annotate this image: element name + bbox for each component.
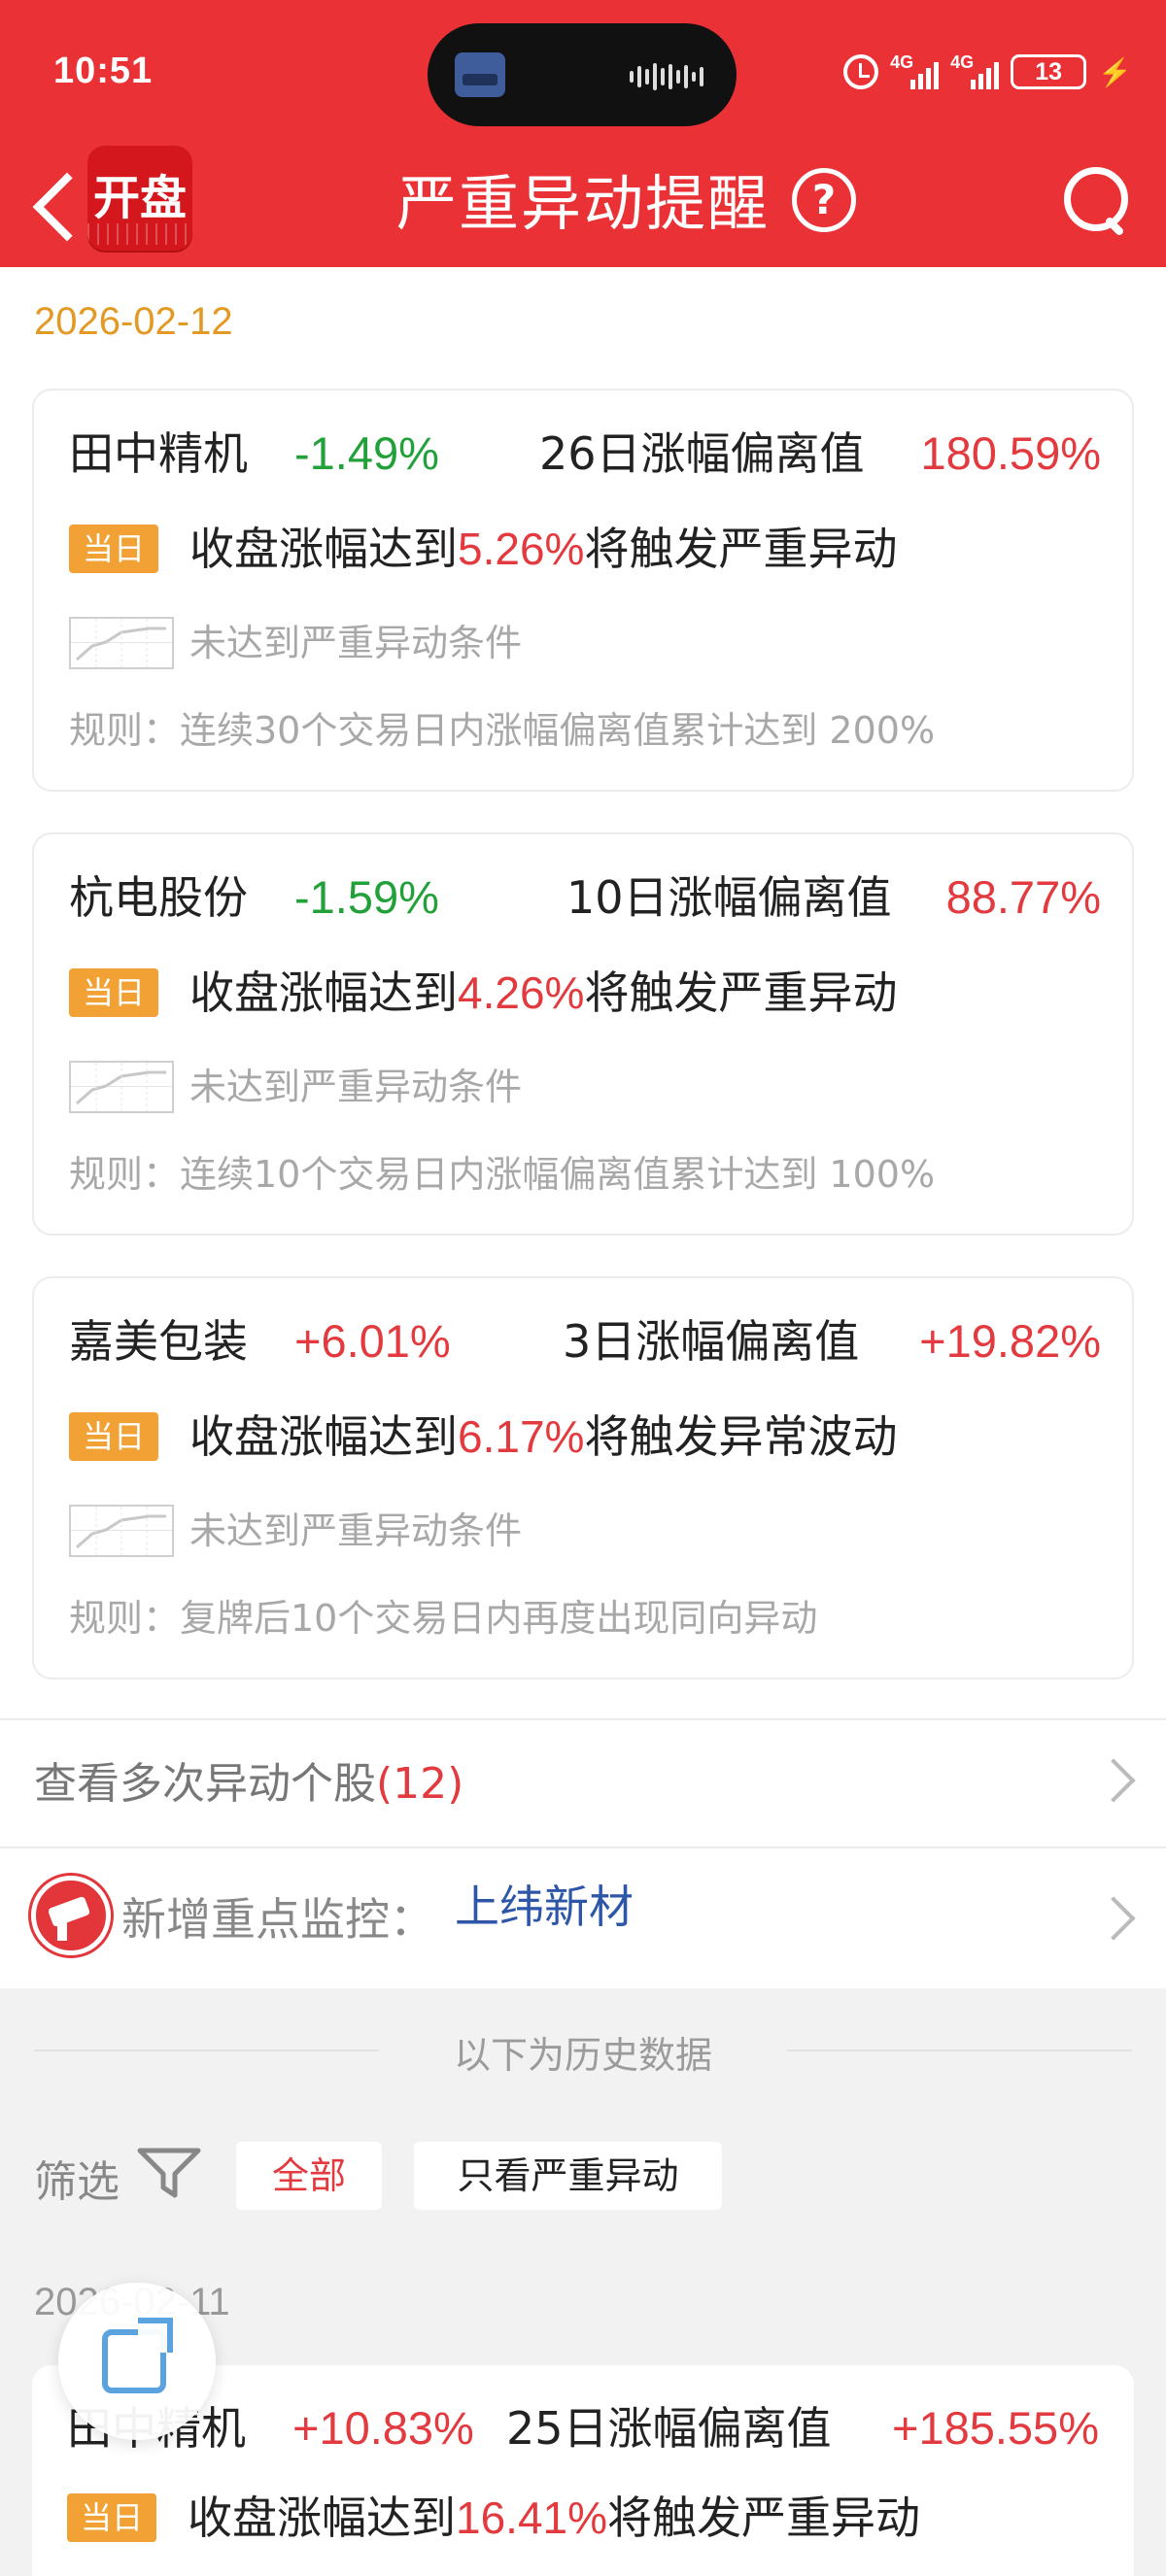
trigger-percent: 4.26% — [458, 967, 585, 1018]
multi-alert-label: 查看多次异动个股 — [34, 1759, 376, 1809]
deviation-label: 3日涨幅偏离值 — [563, 1315, 860, 1368]
trigger-prefix: 收盘涨幅达到 — [188, 2491, 456, 2544]
rule-text: 规则：复牌后10个交易日内再度出现同向异动 — [69, 1597, 818, 1640]
deviation-value: +19.82% — [919, 1315, 1101, 1367]
page-title: 严重异动提醒 — [395, 168, 770, 239]
deviation-value: 88.77% — [945, 871, 1101, 923]
multi-alert-stocks-link[interactable]: 查看多次异动个股(12) — [0, 1718, 1166, 1847]
key-monitor-stock[interactable]: 上纬新材 — [455, 1848, 634, 1965]
today-tag: 当日 — [67, 2492, 156, 2542]
signal-icon: 4G — [890, 52, 940, 91]
key-monitor-row[interactable]: 新增重点监控： 上纬新材 — [0, 1847, 1166, 1988]
stock-change: +10.83% — [292, 2402, 474, 2454]
today-tag: 当日 — [69, 524, 158, 573]
stock-name: 田中精机 — [69, 427, 248, 480]
trigger-suffix: 将触发异常波动 — [584, 1410, 898, 1463]
trigger-percent: 6.17% — [458, 1411, 585, 1462]
trigger-prefix: 收盘涨幅达到 — [189, 523, 458, 575]
deviation-label: 26日涨幅偏离值 — [539, 427, 865, 480]
trend-icon — [69, 616, 174, 669]
signal-icon-2: 4G — [950, 52, 1000, 91]
divider-right — [787, 2050, 1132, 2051]
multi-alert-count: (12) — [376, 1759, 464, 1809]
trigger-suffix: 将触发严重异动 — [584, 966, 898, 1019]
filter-all-chip[interactable]: 全部 — [236, 2142, 382, 2210]
trend-icon — [69, 1060, 174, 1113]
chevron-right-icon — [1091, 1758, 1136, 1803]
today-section: 2026-02-12 田中精机 -1.49% 26日涨幅偏离值 180.59% … — [0, 267, 1166, 1988]
status-icons: 4G 4G 13 ⚡ — [843, 51, 1132, 93]
help-icon[interactable]: ? — [792, 168, 856, 232]
trigger-percent: 5.26% — [458, 524, 585, 574]
filter-label: 筛选 — [34, 2157, 120, 2207]
trigger-suffix: 将触发严重异动 — [607, 2491, 921, 2544]
deviation-value: 180.59% — [920, 427, 1101, 479]
rule-text: 规则：连续30个交易日内涨幅偏离值累计达到 200% — [69, 709, 936, 752]
today-date: 2026-02-12 — [34, 300, 233, 343]
status-text: 未达到严重异动条件 — [189, 1509, 523, 1552]
stock-name: 杭电股份 — [69, 871, 248, 924]
dynamic-island[interactable] — [428, 23, 737, 126]
deviation-value: +185.55% — [892, 2402, 1099, 2454]
today-tag: 当日 — [69, 1411, 158, 1461]
top-bar: 10:51 4G 4G 13 ⚡ 开盘 严重异动提醒 ? — [0, 0, 1166, 267]
alert-card[interactable]: 田中精机 -1.49% 26日涨幅偏离值 180.59% 当日 收盘涨幅达到5.2… — [32, 389, 1134, 792]
deviation-label: 10日涨幅偏离值 — [566, 871, 892, 924]
deviation-label: 25日涨幅偏离值 — [506, 2402, 832, 2455]
search-icon[interactable] — [1062, 165, 1132, 235]
today-tag: 当日 — [69, 967, 158, 1017]
battery-icon: 13 — [1011, 54, 1087, 89]
audio-wave-icon — [630, 62, 707, 91]
status-bar: 10:51 4G 4G 13 ⚡ — [0, 0, 1166, 146]
filter-serious-chip[interactable]: 只看严重异动 — [414, 2142, 722, 2210]
trigger-percent: 16.41% — [456, 2492, 608, 2543]
rule-text: 规则：连续10个交易日内涨幅偏离值累计达到 100% — [69, 1153, 936, 1196]
status-text: 未达到严重异动条件 — [189, 1066, 523, 1108]
trigger-suffix: 将触发严重异动 — [584, 523, 898, 575]
stock-name: 嘉美包装 — [69, 1315, 248, 1368]
stock-change: +6.01% — [294, 1315, 451, 1367]
media-thumbnail — [455, 52, 505, 97]
share-arrow — [138, 2318, 173, 2353]
key-monitor-label: 新增重点监控： — [121, 1893, 434, 1946]
history-title: 以下为历史数据 — [453, 2034, 712, 2077]
trigger-prefix: 收盘涨幅达到 — [189, 1410, 458, 1463]
stock-change: -1.49% — [294, 427, 439, 479]
trigger-prefix: 收盘涨幅达到 — [189, 966, 458, 1019]
nav-bar: 开盘 严重异动提醒 ? — [0, 146, 1166, 267]
clock: 10:51 — [53, 51, 154, 91]
trend-icon — [69, 1504, 174, 1557]
alarm-icon — [843, 54, 879, 89]
status-text: 未达到严重异动条件 — [189, 622, 523, 664]
chevron-right-icon — [1091, 1896, 1136, 1941]
alert-card[interactable]: 杭电股份 -1.59% 10日涨幅偏离值 88.77% 当日 收盘涨幅达到4.26… — [32, 832, 1134, 1236]
share-button[interactable] — [58, 2283, 216, 2440]
charging-icon: ⚡ — [1098, 56, 1132, 87]
alert-card[interactable]: 嘉美包装 +6.01% 3日涨幅偏离值 +19.82% 当日 收盘涨幅达到6.17… — [32, 1276, 1134, 1679]
camera-icon — [31, 1876, 111, 1955]
filter-icon[interactable] — [136, 2147, 202, 2199]
stock-change: -1.59% — [294, 871, 439, 923]
